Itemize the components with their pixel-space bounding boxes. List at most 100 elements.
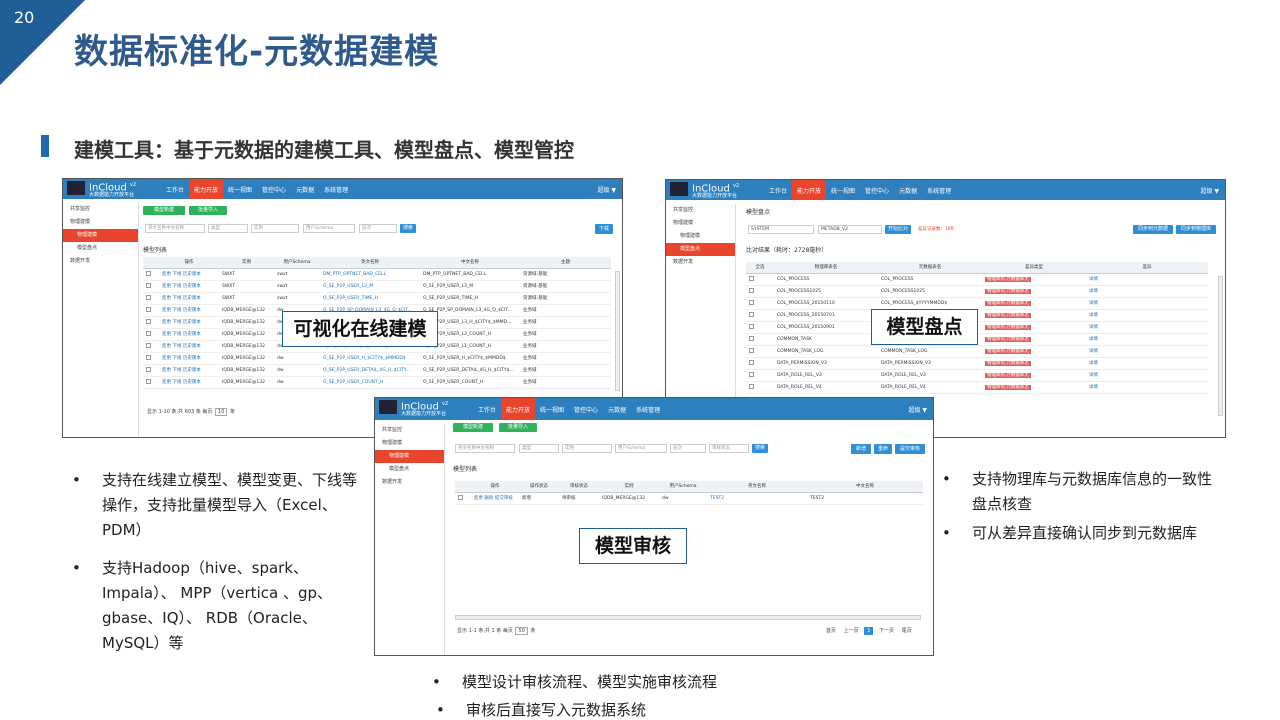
sync-metadata-button[interactable]: 同步到元数据: [1133, 225, 1173, 234]
sidebar-item[interactable]: 共享监控: [375, 424, 444, 437]
batch-import-button[interactable]: 批量导入: [499, 423, 537, 432]
table-header[interactable]: 用户Schema: [274, 257, 320, 269]
cell-text[interactable]: 变更 下线 历史版本: [162, 320, 201, 325]
cell-text[interactable]: 详情: [1089, 277, 1098, 282]
nav-item[interactable]: 管控中心: [257, 179, 291, 199]
row-checkbox[interactable]: [749, 347, 754, 353]
cell-text[interactable]: DM_PTP_OPTNET_BAD_CELL: [323, 272, 386, 277]
table-row[interactable]: 变更 下线 历史版本 SWXT swxt O_SE_P2P_USER_TIME_H O_…: [143, 292, 611, 305]
table-row[interactable]: 变更 下线 历史版本 SWXT swxt DM_PTP_OPTNET_BAD_CELL…: [143, 268, 611, 281]
row-checkbox[interactable]: [146, 306, 151, 312]
nav-item[interactable]: 系统管理: [922, 180, 956, 200]
row-checkbox[interactable]: [146, 270, 151, 276]
row-checkbox[interactable]: [749, 299, 754, 305]
cell-text[interactable]: 详情: [1089, 301, 1098, 306]
submit-review-button[interactable]: 提交审核: [895, 444, 925, 454]
user-menu[interactable]: 超级 ▼: [1200, 186, 1219, 195]
table-header[interactable]: 差异: [1086, 262, 1208, 274]
table-header[interactable]: 英文名称: [320, 257, 420, 269]
table-header[interactable]: 英文名称: [707, 481, 807, 493]
review-status-select[interactable]: 审核状态: [709, 444, 749, 453]
cell-text[interactable]: O_SE_P2P_USER_TIME_H: [323, 296, 378, 301]
table-header[interactable]: 中文名称: [807, 481, 923, 493]
sidebar-item[interactable]: 模型盘点: [375, 463, 444, 476]
nav-item[interactable]: 元数据: [603, 398, 631, 420]
table-row[interactable]: DATA_ROLE_REL_V4 DATA_ROLE_REL_V4 物理库有,元数据…: [746, 381, 1208, 394]
table-header[interactable]: 物理库表名: [774, 262, 878, 274]
cell-text[interactable]: 详情: [1089, 361, 1098, 366]
page-1[interactable]: 1: [864, 627, 874, 635]
instance-select[interactable]: 实例: [251, 224, 299, 233]
start-compare-button[interactable]: 开始比对: [885, 225, 911, 234]
batch-import-button[interactable]: 批量导入: [189, 206, 227, 215]
table-row[interactable]: DATA_ROLE_REL_V3 DATA_ROLE_REL_V3 物理库有,元数据…: [746, 369, 1208, 382]
first-page[interactable]: 首页: [824, 627, 838, 634]
table-row[interactable]: COMMON_TASK_LOG COMMON_TASK_LOG 物理库有,元数据库无…: [746, 345, 1208, 358]
table-header[interactable]: 实例: [219, 257, 274, 269]
instance-select[interactable]: 实例: [562, 444, 612, 453]
nav-item[interactable]: 管控中心: [569, 398, 603, 420]
sidebar-item[interactable]: 物理建模: [375, 437, 444, 450]
layer-select[interactable]: 层次: [359, 224, 397, 233]
sidebar-item[interactable]: 物理建模: [666, 217, 735, 230]
row-checkbox[interactable]: [146, 294, 151, 300]
nav-item[interactable]: 元数据: [291, 179, 319, 199]
cell-text[interactable]: TEST2: [710, 496, 724, 501]
db-select[interactable]: SYSTEM: [748, 225, 814, 234]
cell-text[interactable]: 详情: [1089, 325, 1098, 330]
nav-item[interactable]: 工作台: [161, 179, 189, 199]
row-checkbox[interactable]: [749, 359, 754, 365]
table-header[interactable]: 主题: [520, 257, 611, 269]
cell-text[interactable]: 变更 下线 历史版本: [162, 332, 201, 337]
search-button[interactable]: 搜索: [400, 224, 416, 233]
add-button[interactable]: 新增: [851, 444, 871, 454]
table-header[interactable]: 操作: [159, 257, 219, 269]
row-checkbox[interactable]: [749, 371, 754, 377]
cell-text[interactable]: O_SE_P2P_USER_L3_M: [323, 284, 373, 289]
user-menu[interactable]: 超级 ▼: [597, 185, 616, 194]
sidebar-item[interactable]: 物理建模: [375, 450, 444, 463]
row-checkbox[interactable]: [749, 287, 754, 293]
search-button[interactable]: 搜索: [752, 444, 768, 453]
table-row[interactable]: COL_PROCESS_20150110 COL_PROCESS_$YYYYMMD…: [746, 297, 1208, 310]
nav-item[interactable]: 统一视图: [535, 398, 569, 420]
cell-text[interactable]: O_SE_P2P_USER_DETAIL_4G_H_$CITY...: [323, 368, 410, 373]
sidebar-item[interactable]: 数据开发: [63, 255, 138, 268]
table-header[interactable]: 操作: [471, 481, 519, 493]
table-header[interactable]: 操作状态: [519, 481, 559, 493]
cell-text[interactable]: 变更 下线 历史版本: [162, 344, 201, 349]
nav-item[interactable]: 工作台: [473, 398, 501, 420]
row-checkbox[interactable]: [146, 330, 151, 336]
cell-text[interactable]: 变更 下线 历史版本: [162, 272, 201, 277]
row-checkbox[interactable]: [146, 318, 151, 324]
table-row[interactable]: 变更 下线 历史版本 IQDB_MERGE@132 dw O_SE_P2P_USER_…: [143, 376, 611, 389]
sidebar-item[interactable]: 共享监控: [63, 203, 138, 216]
rename-button[interactable]: 重命: [874, 444, 892, 454]
cell-text[interactable]: 变更 下线 历史版本: [162, 356, 201, 361]
horizontal-scrollbar[interactable]: [455, 615, 921, 620]
nav-item[interactable]: 系统管理: [631, 398, 665, 420]
sidebar-item[interactable]: 模型盘点: [63, 242, 138, 255]
row-checkbox[interactable]: [749, 275, 754, 281]
table-header[interactable]: 全选: [746, 262, 774, 274]
table-row[interactable]: COL_PROCESS COL_PROCESS 物理库有,元数据库无 详情: [746, 273, 1208, 286]
nav-item[interactable]: 统一视图: [223, 179, 257, 199]
row-checkbox[interactable]: [749, 311, 754, 317]
table-row[interactable]: 变更 下线 历史版本 IQDB_MERGE@132 dw O_SE_P2P_USER_…: [143, 352, 611, 365]
cell-text[interactable]: 详情: [1089, 373, 1098, 378]
table-row[interactable]: 变更 下线 历史版本 IQDB_MERGE@132 dw O_SE_P2P_USER_…: [143, 364, 611, 377]
sidebar-item[interactable]: 数据开发: [666, 256, 735, 269]
cell-text[interactable]: O_SE_P2P_USER_H_$CITY$_$MMDD$: [323, 356, 406, 361]
new-model-button[interactable]: 模型新建: [143, 206, 185, 215]
table-header[interactable]: [455, 481, 471, 493]
table-header[interactable]: 实例: [599, 481, 659, 493]
sidebar-item[interactable]: 模型盘点: [666, 243, 735, 256]
nav-item[interactable]: 能力开放: [189, 179, 224, 199]
nav-item[interactable]: 统一视图: [826, 180, 860, 200]
table-header[interactable]: 中文名称: [420, 257, 520, 269]
nav-item[interactable]: 元数据: [894, 180, 922, 200]
schema-select[interactable]: 用户Schema: [303, 224, 355, 233]
scrollbar[interactable]: [615, 271, 620, 391]
table-header[interactable]: 差异类型: [982, 262, 1086, 274]
row-checkbox[interactable]: [749, 335, 754, 341]
